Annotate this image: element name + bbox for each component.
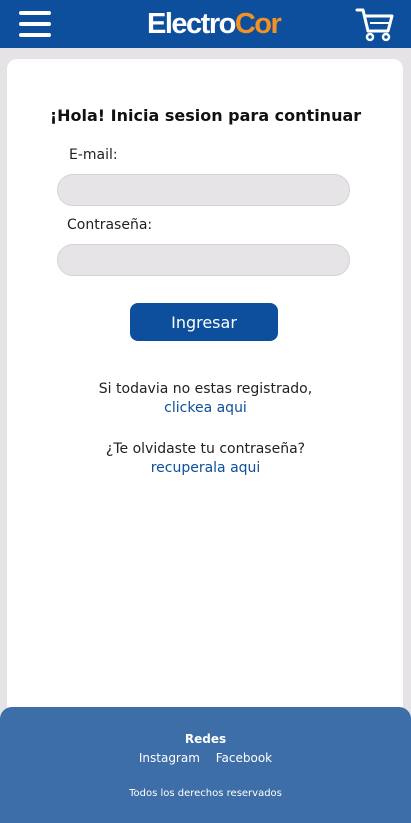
footer-social-links: Instagram Facebook (0, 751, 411, 765)
facebook-link[interactable]: Facebook (216, 751, 272, 765)
page-footer: Redes Instagram Facebook Todos los derec… (0, 707, 411, 823)
login-submit-button[interactable]: Ingresar (130, 303, 278, 341)
register-link[interactable]: clickea aqui (0, 400, 411, 416)
logo-text-electro: Electro (147, 8, 236, 40)
password-field[interactable] (57, 244, 350, 276)
hamburger-menu-icon[interactable] (19, 11, 51, 37)
password-label: Contraseña: (67, 217, 153, 233)
login-card (7, 59, 403, 739)
footer-social-title: Redes (184, 732, 227, 746)
shopping-cart-icon[interactable] (355, 6, 395, 43)
top-nav-bar: ElectroCor (0, 0, 411, 48)
email-field[interactable] (57, 174, 350, 206)
login-heading: ¡Hola! Inicia sesion para continuar (49, 106, 362, 125)
brand-logo[interactable]: ElectroCor (147, 5, 282, 43)
email-label: E-mail: (69, 147, 118, 163)
forgot-password-text: ¿Te olvidaste tu contraseña? (105, 441, 306, 457)
register-prompt-text: Si todavia no estas registrado, (98, 381, 313, 397)
instagram-link[interactable]: Instagram (139, 751, 200, 765)
footer-copyright: Todos los derechos reservados (129, 788, 282, 799)
logo-text-cor: Cor (234, 8, 282, 40)
recover-password-link[interactable]: recuperala aqui (0, 460, 411, 476)
